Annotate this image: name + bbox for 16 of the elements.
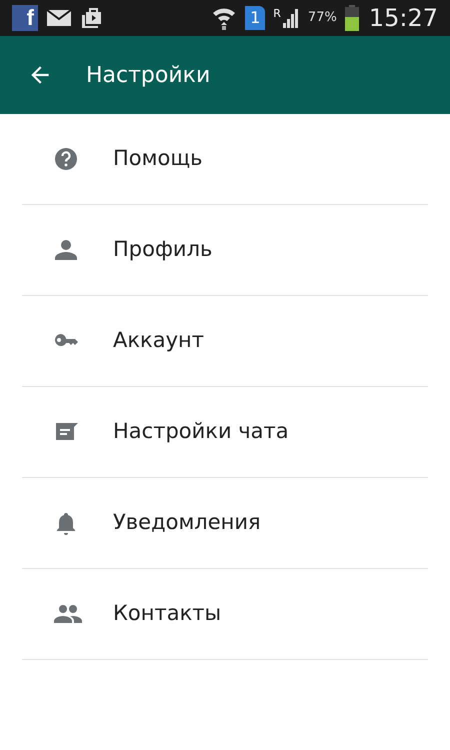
settings-item[interactable]: Аккаунт <box>22 296 428 387</box>
signal-icon <box>282 8 300 28</box>
mail-icon <box>46 9 72 27</box>
settings-item[interactable]: Контакты <box>22 569 428 660</box>
settings-item[interactable]: Уведомления <box>22 478 428 569</box>
clock: 15:27 <box>368 3 438 34</box>
settings-item[interactable]: Профиль <box>22 205 428 296</box>
roaming-indicator: R <box>273 8 281 19</box>
screen-title: Настройки <box>86 62 210 90</box>
facebook-icon: f <box>12 5 38 31</box>
sim-icon: 1 <box>245 6 266 30</box>
battery-icon <box>344 5 359 31</box>
briefcase-icon <box>80 7 102 29</box>
battery-percent: 77% <box>308 9 337 28</box>
settings-item[interactable]: Настройки чата <box>22 387 428 478</box>
settings-item[interactable]: Помощь <box>22 114 428 205</box>
